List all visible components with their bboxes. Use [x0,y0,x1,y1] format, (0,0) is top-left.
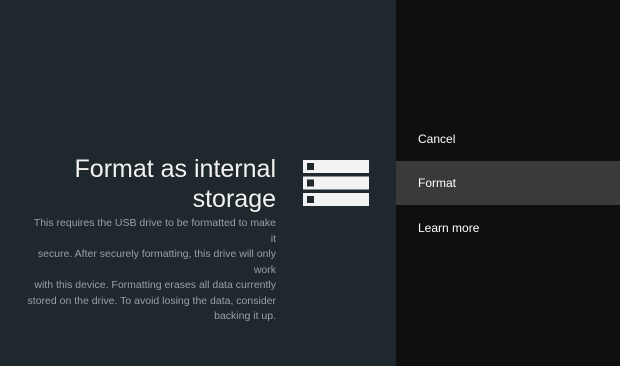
title-line-2: storage [192,185,276,213]
format-label: Format [418,176,457,190]
title-line-1: Format as internal [74,155,276,183]
description-line: stored on the drive. To avoid losing the… [27,294,276,307]
description-line: backing it up. [214,310,276,322]
description: This requires the USB drive to be format… [26,216,276,325]
page-title: Format as internal storage [16,154,276,214]
description-line: with this device. Formatting erases all … [34,279,276,291]
learn-more-label: Learn more [418,221,480,235]
info-pane: Format as internal storage This requires… [0,0,396,366]
format-button[interactable]: Format [396,161,620,205]
description-line: secure. After securely formatting, this … [37,248,276,276]
actions-pane: Cancel Format Learn more [396,0,620,366]
description-line: This requires the USB drive to be format… [33,217,276,245]
storage-icon [303,160,369,206]
learn-more-button[interactable]: Learn more [396,206,620,250]
cancel-button[interactable]: Cancel [396,117,620,161]
cancel-label: Cancel [418,132,456,146]
